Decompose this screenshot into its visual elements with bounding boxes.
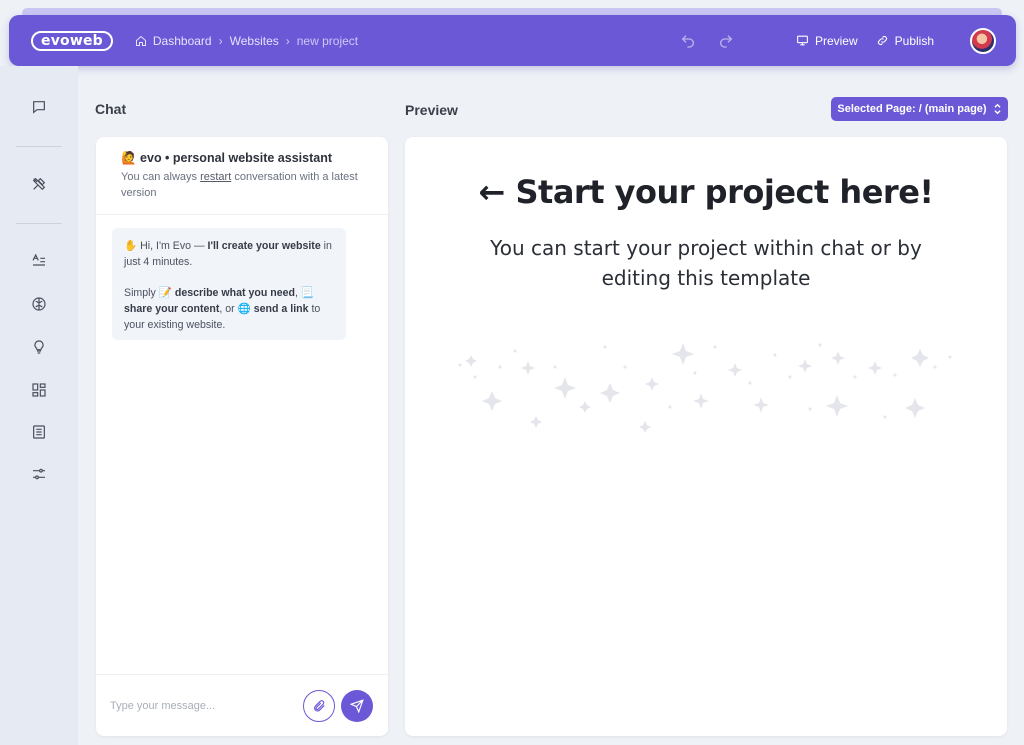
breadcrumb: Dashboard › Websites › new project — [135, 34, 358, 48]
message-text: ✋ Hi, I'm Evo — — [124, 240, 208, 252]
chat-panel: 🙋 evo • personal website assistant You c… — [96, 137, 388, 736]
message-input[interactable] — [110, 695, 290, 717]
sidebar-item-brain[interactable] — [29, 294, 49, 314]
top-actions: Preview Publish — [680, 27, 996, 54]
assistant-subtitle: You can always restart conversation with… — [121, 169, 364, 201]
message-bold: describe what you need — [174, 287, 295, 299]
brain-icon — [32, 297, 46, 311]
breadcrumb-current: new project — [296, 33, 359, 48]
sidebar-item-text[interactable] — [29, 251, 49, 271]
avatar[interactable] — [970, 27, 996, 54]
message-text: , 📃 — [294, 287, 315, 299]
tools-icon — [32, 177, 46, 191]
publish-label: Publish — [894, 33, 934, 48]
home-icon — [135, 35, 146, 46]
top-bar: evoweb Dashboard › Websites › new projec… — [9, 15, 1016, 66]
preview-heading: ← Start your project here! — [405, 173, 1007, 211]
breadcrumb-dashboard[interactable]: Dashboard — [153, 34, 212, 48]
subtitle-text: You can always — [121, 171, 201, 183]
redo-button[interactable] — [718, 33, 734, 49]
sidebar-item-design[interactable] — [29, 174, 49, 194]
text-format-icon — [32, 253, 45, 266]
sidebar-item-chat[interactable] — [29, 97, 49, 117]
send-icon — [350, 699, 364, 713]
chevron-right-icon: › — [285, 33, 290, 48]
message-text: Simply 📝 — [124, 287, 175, 299]
preview-subheading: You can start your project within chat o… — [490, 236, 922, 290]
chat-bubble-icon — [33, 101, 45, 114]
lightbulb-icon — [34, 340, 44, 354]
restart-link[interactable]: restart — [200, 171, 231, 183]
sidebar-divider — [16, 223, 62, 224]
chat-composer — [96, 674, 388, 736]
message-text: , or 🌐 — [219, 303, 254, 315]
chevron-up-down-icon — [994, 103, 1001, 115]
logo[interactable]: evoweb — [31, 30, 113, 51]
history-controls — [680, 33, 734, 49]
monitor-icon — [797, 35, 808, 46]
redo-icon — [719, 34, 733, 48]
sliders-icon — [33, 468, 45, 480]
chat-section-title: Chat — [95, 101, 127, 117]
sidebar-item-pages[interactable] — [29, 422, 49, 442]
selected-page-label: Selected Page: / (main page) — [837, 103, 987, 115]
publish-button[interactable]: Publish — [876, 34, 934, 48]
sidebar — [0, 66, 78, 745]
page-selector[interactable]: Selected Page: / (main page) — [831, 97, 1008, 121]
document-list-icon — [33, 425, 45, 439]
message-bold: I'll create your website — [207, 240, 321, 252]
message-line: ✋ Hi, I'm Evo — I'll create your website… — [124, 238, 334, 270]
message-bold: send a link — [253, 303, 309, 315]
sidebar-divider — [16, 146, 62, 147]
sidebar-item-ideas[interactable] — [29, 337, 49, 357]
grid-icon — [32, 383, 46, 397]
preview-section-title: Preview — [405, 102, 458, 118]
sidebar-item-settings[interactable] — [29, 464, 49, 484]
undo-button[interactable] — [680, 33, 696, 49]
preview-heading-text: Start your project here! — [515, 173, 934, 211]
undo-icon — [681, 34, 694, 48]
arrow-left-icon: ← — [478, 173, 516, 211]
assistant-message: ✋ Hi, I'm Evo — I'll create your website… — [112, 228, 346, 340]
message-bold: share your content — [124, 303, 220, 315]
sidebar-item-blocks[interactable] — [29, 380, 49, 400]
preview-label: Preview — [814, 33, 858, 48]
send-button[interactable] — [341, 690, 373, 722]
attach-button[interactable] — [303, 690, 335, 722]
breadcrumb-websites[interactable]: Websites — [230, 34, 279, 48]
chevron-right-icon: › — [218, 33, 223, 48]
sparkles-decoration — [458, 343, 952, 433]
link-icon — [877, 35, 887, 46]
message-line: Simply 📝 describe what you need, 📃 share… — [124, 285, 334, 333]
paperclip-icon — [314, 700, 325, 712]
chat-header: 🙋 evo • personal website assistant You c… — [96, 137, 388, 215]
preview-panel: ← Start your project here! You can start… — [405, 137, 1007, 736]
preview-button[interactable]: Preview — [796, 34, 858, 48]
assistant-title: 🙋 evo • personal website assistant — [121, 151, 332, 165]
